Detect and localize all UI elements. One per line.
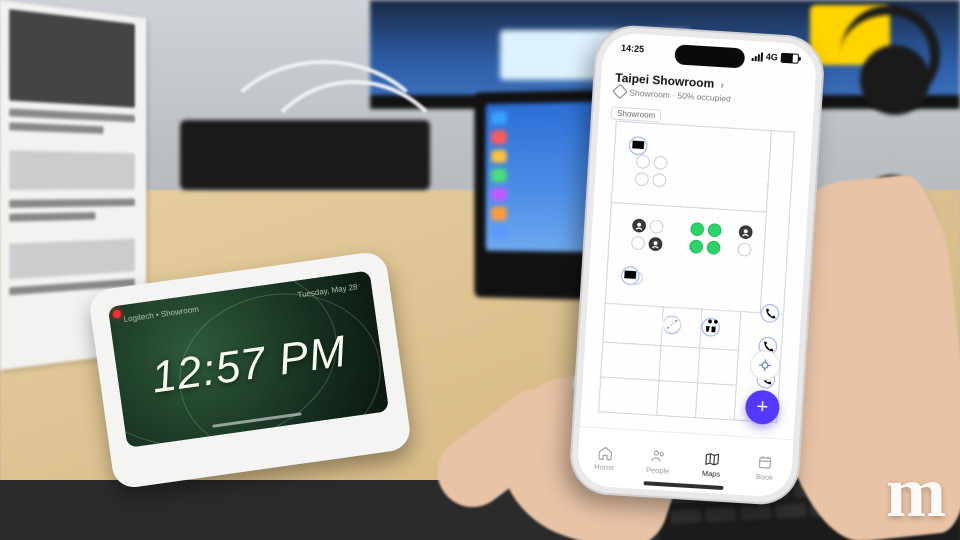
seat-marker[interactable] xyxy=(689,240,702,253)
tab-label: Book xyxy=(756,471,774,481)
seat-marker[interactable] xyxy=(708,224,721,237)
info-board-text xyxy=(9,108,135,122)
laptop-dock-icons xyxy=(491,112,508,240)
booking-app: Taipei Showroom › Showroom · 50% occupie… xyxy=(576,66,815,498)
smartphone: 14:25 4G Taipei Showroom › Showroom · 50… xyxy=(568,23,826,506)
plus-icon: + xyxy=(756,395,769,419)
seat-marker[interactable] xyxy=(653,174,666,187)
tab-book[interactable]: Book xyxy=(737,437,794,498)
info-board-photo xyxy=(9,150,135,190)
desk-booking-tablet: Logitech • Showroom Tuesday, May 28 12:5… xyxy=(88,250,413,490)
seat-marker[interactable] xyxy=(636,155,649,168)
tab-label: Maps xyxy=(702,468,721,478)
amenity-display[interactable] xyxy=(629,137,648,156)
people-icon xyxy=(650,447,667,464)
book-icon xyxy=(757,454,774,471)
floor-map-svg xyxy=(588,102,805,437)
floor-icon xyxy=(612,84,628,100)
amenity-display[interactable] xyxy=(621,266,640,285)
seat-marker[interactable] xyxy=(654,156,667,169)
locate-icon xyxy=(758,358,773,373)
maps-icon xyxy=(703,450,720,467)
info-board-text xyxy=(9,122,103,133)
seat-marker[interactable] xyxy=(738,243,751,256)
amenity-stairs[interactable] xyxy=(663,316,682,335)
amenity-phone[interactable] xyxy=(761,304,780,323)
seat-marker[interactable] xyxy=(707,241,720,254)
floor-map[interactable] xyxy=(588,102,805,437)
info-board-text xyxy=(9,212,95,222)
info-board-photo xyxy=(9,239,135,280)
seat-marker[interactable] xyxy=(691,223,704,236)
battery-icon xyxy=(781,53,800,64)
watermark: m xyxy=(886,451,946,534)
seat-marker[interactable] xyxy=(650,220,663,233)
signal-icon xyxy=(752,51,764,61)
headphones xyxy=(820,0,950,140)
home-icon xyxy=(597,444,614,461)
tab-home[interactable]: Home xyxy=(576,427,633,488)
tab-label: Home xyxy=(594,462,615,472)
amenity-restroom[interactable] xyxy=(701,318,720,337)
tab-label: People xyxy=(646,465,670,475)
seat-marker[interactable] xyxy=(631,236,644,249)
info-board-text xyxy=(9,199,135,208)
status-time: 14:25 xyxy=(621,43,645,54)
phone-screen: 14:25 4G Taipei Showroom › Showroom · 50… xyxy=(576,32,817,498)
photo-scene: Logitech • Showroom Tuesday, May 28 12:5… xyxy=(0,0,960,540)
info-board-photo xyxy=(9,9,135,108)
chevron-right-icon: › xyxy=(720,80,724,91)
seat-marker[interactable] xyxy=(635,172,648,185)
carrier-label: 4G xyxy=(766,52,779,63)
